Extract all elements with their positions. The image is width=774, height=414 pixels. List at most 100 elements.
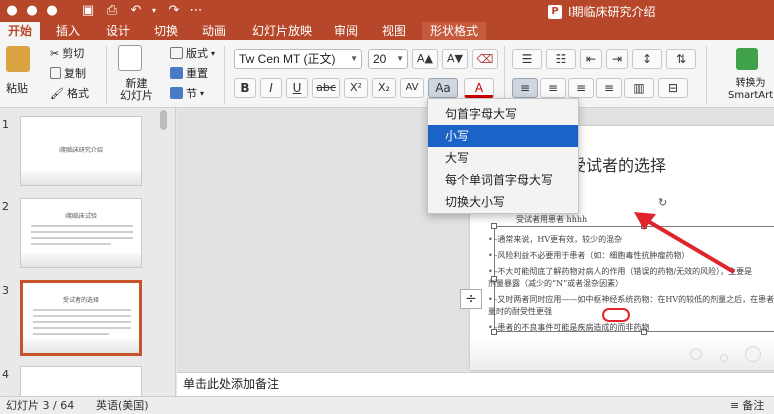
slide-thumbnail-1[interactable]: I期临床研究介绍	[20, 116, 142, 186]
slide-title[interactable]: 受试者的选择	[570, 152, 666, 176]
align-text-icon[interactable]: ⊟	[658, 78, 688, 98]
numbering-icon[interactable]: ☷	[546, 49, 576, 69]
font-name-select[interactable]: Tw Cen MT (正文) ▼	[234, 49, 362, 69]
divider	[106, 46, 107, 104]
annotation-arrow	[634, 212, 736, 274]
grow-font-button[interactable]: A▲	[412, 49, 438, 69]
shrink-font-button[interactable]: A▼	[442, 49, 468, 69]
thumbnail-background	[23, 339, 139, 353]
format-painter-button[interactable]: 🖌 格式	[50, 85, 89, 101]
cut-button[interactable]: ✂ 剪切	[50, 45, 84, 61]
notes-toggle-button[interactable]: ≡ 备注	[730, 397, 764, 414]
language-indicator[interactable]: 英语(美国)	[96, 397, 149, 414]
undo-icon[interactable]: ↶	[128, 3, 144, 19]
increase-indent-icon[interactable]: ⇥	[606, 49, 628, 69]
thumbnail-background	[21, 171, 141, 185]
convert-smartart-button[interactable]: 转换为 SmartArt	[728, 78, 773, 102]
bullet-line: 受试者用患者 hhhh	[516, 215, 588, 224]
align-left-icon[interactable]: ≡	[512, 78, 538, 98]
slide-number: 2	[2, 200, 9, 213]
subscript-button[interactable]: X₂	[372, 78, 396, 98]
clear-formatting-icon[interactable]: ⌫	[472, 49, 498, 69]
underline-button[interactable]: U	[286, 78, 308, 98]
document-title: P I期临床研究介绍	[548, 3, 656, 20]
water-drop	[720, 354, 728, 362]
tab-transitions[interactable]: 切换	[146, 22, 186, 40]
slide-background-water	[470, 338, 774, 370]
bullet-line: • -通常来说，HV更有效，较少的混杂	[488, 235, 623, 244]
tab-insert[interactable]: 插入	[48, 22, 88, 40]
minimize-window-icon[interactable]: ●	[24, 3, 40, 19]
tab-slideshow[interactable]: 幻灯片放映	[244, 22, 320, 40]
bullet-line: • -又时两者同时应用——如中枢神经系统药物：在HV的较低的剂量之后，在患者中	[488, 295, 774, 304]
tab-shape-format[interactable]: 形状格式	[422, 22, 487, 40]
justify-icon[interactable]: ≡	[596, 78, 622, 98]
layout-button[interactable]: 版式 ▾	[170, 45, 215, 61]
italic-button[interactable]: I	[260, 78, 282, 98]
reset-icon	[170, 67, 183, 79]
more-icon[interactable]: ⋯	[188, 3, 204, 19]
slide-thumbnail-3[interactable]: 受试者的选择	[20, 280, 142, 356]
superscript-button[interactable]: X²	[344, 78, 368, 98]
decrease-indent-icon[interactable]: ⇤	[580, 49, 602, 69]
save-icon[interactable]: ▣	[80, 3, 96, 19]
tab-review[interactable]: 审阅	[326, 22, 366, 40]
notes-pane[interactable]: 单击此处添加备注	[177, 372, 774, 396]
zoom-window-icon[interactable]: ●	[44, 3, 60, 19]
tab-home[interactable]: 开始	[0, 22, 41, 40]
print-icon[interactable]: ⎙	[104, 3, 120, 19]
font-color-button[interactable]: A	[464, 78, 494, 98]
new-slide-button[interactable]: 新建 幻灯片	[120, 78, 153, 102]
powerpoint-icon: P	[548, 4, 562, 19]
chevron-down-icon: ▼	[396, 54, 404, 63]
character-spacing-button[interactable]: AV	[400, 78, 424, 98]
paste-button[interactable]: 粘贴	[6, 80, 28, 96]
close-window-icon[interactable]: ●	[4, 3, 20, 19]
tab-design[interactable]: 设计	[98, 22, 138, 40]
annotation-circle	[602, 308, 630, 322]
menu-item-sentence-case[interactable]: 句首字母大写	[428, 103, 578, 125]
copy-icon	[50, 67, 61, 79]
align-center-icon[interactable]: ≡	[540, 78, 566, 98]
bold-button[interactable]: B	[234, 78, 256, 98]
copy-button[interactable]: 复制	[50, 65, 86, 81]
slide-number: 1	[2, 118, 9, 131]
divider	[504, 46, 505, 104]
bullets-icon[interactable]: ☰	[512, 49, 542, 69]
reset-button[interactable]: 重置	[170, 65, 208, 81]
align-guide-icon[interactable]: ÷	[460, 289, 482, 309]
ribbon: 粘贴 ✂ 剪切 复制 🖌 格式 新建 幻灯片 版式 ▾ 重置 节 ▾ Tw Cen MT…	[0, 40, 774, 108]
text-direction-icon[interactable]: ⇅	[666, 49, 696, 69]
menu-item-toggle-case[interactable]: 切换大小写	[428, 191, 578, 213]
slide-number: 3	[2, 284, 9, 297]
columns-icon[interactable]: ▥	[624, 78, 654, 98]
align-right-icon[interactable]: ≡	[568, 78, 594, 98]
slide-thumbnail-2[interactable]: I期临床试验	[20, 198, 142, 268]
menu-item-lowercase[interactable]: 小写	[428, 125, 578, 147]
menu-item-uppercase[interactable]: 大写	[428, 147, 578, 169]
strikethrough-button[interactable]: abc	[312, 78, 340, 98]
smartart-icon[interactable]	[736, 48, 758, 70]
resize-handle[interactable]	[491, 223, 497, 229]
paintbrush-icon: 🖌	[50, 86, 64, 100]
bullet-line: 剂量暴露（减少的“N”或者混杂因素）	[488, 279, 624, 288]
thumbnail-background	[21, 253, 141, 267]
line-spacing-icon[interactable]: ↕	[632, 49, 662, 69]
slide-position: 幻灯片 3 / 64	[6, 399, 75, 412]
divider	[224, 46, 225, 104]
font-size-select[interactable]: 20 ▼	[368, 49, 408, 69]
undo-dropdown-icon[interactable]: ▾	[146, 3, 162, 19]
tab-view[interactable]: 视图	[374, 22, 414, 40]
section-button[interactable]: 节 ▾	[170, 85, 204, 101]
tab-animations[interactable]: 动画	[194, 22, 234, 40]
paste-icon[interactable]	[6, 46, 30, 72]
slide-number: 4	[2, 368, 9, 381]
redo-icon[interactable]: ↷	[166, 3, 182, 19]
notes-placeholder: 单击此处添加备注	[183, 377, 280, 391]
change-case-menu: 句首字母大写 小写 大写 每个单词首字母大写 切换大小写	[427, 98, 579, 214]
change-case-button[interactable]: Aa	[428, 78, 458, 98]
menu-item-capitalize-each-word[interactable]: 每个单词首字母大写	[428, 169, 578, 191]
layout-icon	[170, 47, 183, 59]
new-slide-icon[interactable]	[118, 45, 142, 71]
thumbnail-scrollbar[interactable]	[160, 110, 167, 130]
